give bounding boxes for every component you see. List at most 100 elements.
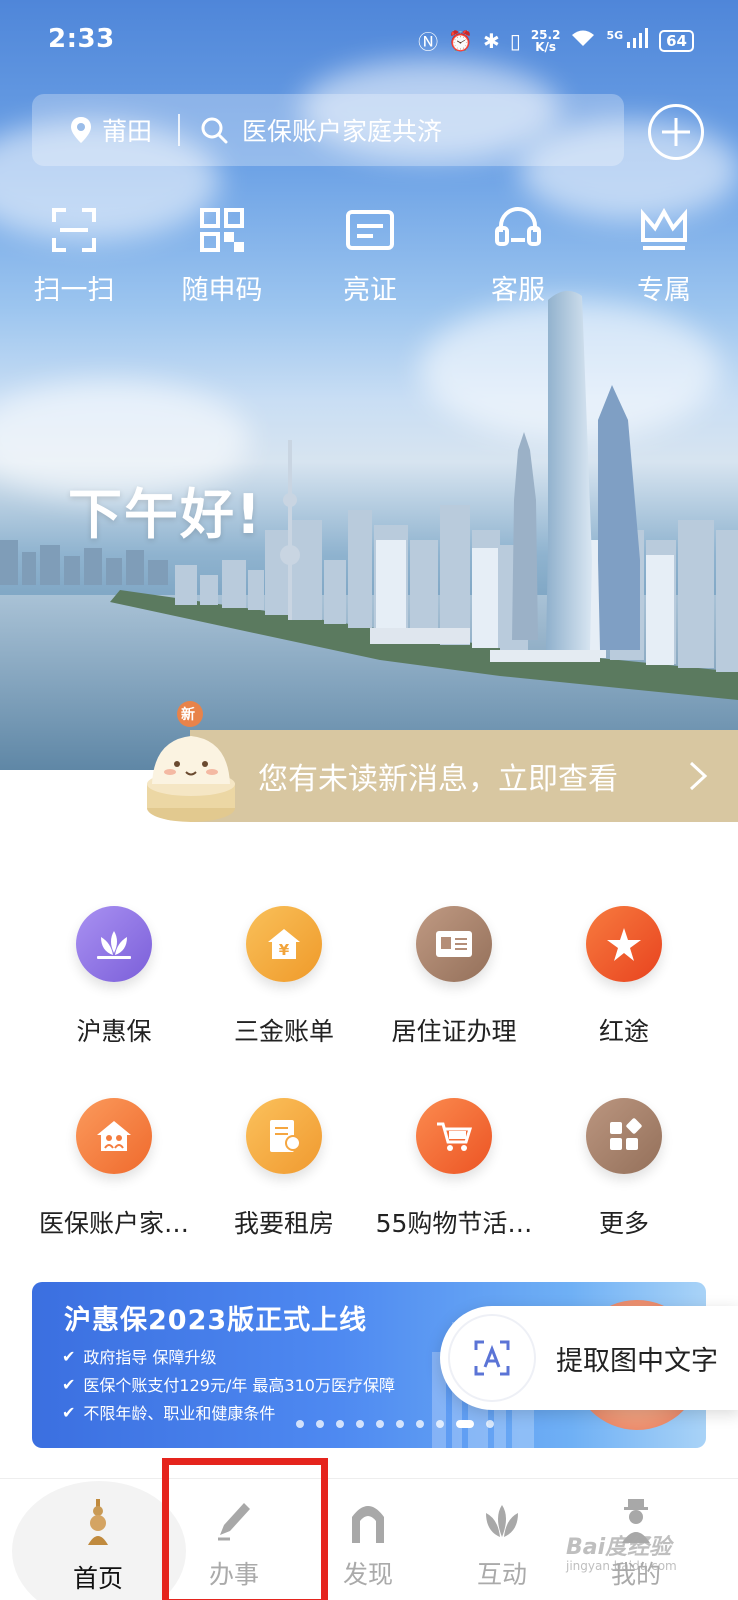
search-input[interactable]: 医保账户家庭共济 (242, 112, 442, 148)
service-hongtu[interactable]: 红途 (539, 906, 709, 1048)
carousel-dot-active (456, 1420, 474, 1428)
add-button[interactable] (648, 104, 704, 160)
service-label: 居住证办理 (391, 1017, 517, 1046)
banner-line: ✔ 不限年龄、职业和健康条件 (62, 1400, 275, 1424)
carousel-dot (396, 1420, 404, 1428)
greeting-text: 下午好! (68, 483, 263, 546)
watermark-text: Bai度经验 (566, 1535, 672, 1560)
bluetooth-icon: ✱ (483, 28, 500, 53)
banner-line-text: 政府指导 保障升级 (83, 1348, 217, 1367)
check-icon: ✔ (62, 1374, 76, 1394)
magnolia-icon (486, 1505, 518, 1537)
service-more[interactable]: 更多 (539, 1098, 709, 1240)
pagoda-icon (88, 1499, 108, 1545)
more-grid-icon (586, 1098, 662, 1174)
annotation-highlight-box (162, 1458, 328, 1600)
unread-message-banner[interactable]: 您有未读新消息，立即查看 (190, 730, 738, 822)
banner-line-text: 不限年龄、职业和健康条件 (83, 1404, 276, 1423)
service-label: 沪惠保 (76, 1017, 152, 1046)
carousel-dot (376, 1420, 384, 1428)
search-divider (178, 114, 181, 146)
quick-action-scan[interactable]: 扫一扫 (14, 206, 134, 307)
quick-action-qrcode[interactable]: 随申码 (162, 206, 282, 307)
headset-icon (495, 207, 541, 246)
service-label: 医保账户家… (38, 1209, 189, 1238)
status-bar: 2:33 Ⓝ ⏰ ✱ ▯ 25.2 K/s 5G 64 (0, 0, 738, 84)
check-icon: ✔ (62, 1402, 76, 1422)
rent-document-icon (246, 1098, 322, 1174)
family-house-icon (76, 1098, 152, 1174)
quick-action-label: 扫一扫 (33, 275, 115, 306)
carousel-dot (316, 1420, 324, 1428)
baidu-watermark: Bai度经验 jingyan.baidu.com (566, 1529, 677, 1573)
qrcode-icon (200, 208, 244, 252)
carousel-dot (356, 1420, 364, 1428)
search-bar[interactable]: 莆田 医保账户家庭共济 (32, 94, 624, 166)
quick-action-label: 专属 (637, 275, 691, 306)
speed-unit: K/s (535, 39, 557, 54)
check-icon: ✔ (62, 1346, 76, 1366)
nfc-icon: Ⓝ (418, 30, 439, 54)
extract-text-label: 提取图中文字 (556, 1345, 718, 1377)
banner-line-text: 医保个账支付129元/年 最高310万医疗保障 (83, 1376, 395, 1395)
service-label: 我要租房 (233, 1209, 334, 1238)
banner-title: 沪惠保2023版正式上线 (64, 1305, 368, 1336)
service-three-funds-bill[interactable]: ¥ 三金账单 (199, 906, 369, 1048)
network-type: 5G (606, 29, 624, 42)
id-card-icon (346, 210, 394, 250)
network-speed: 25.2 K/s (531, 29, 561, 53)
service-label: 三金账单 (233, 1017, 334, 1046)
tab-interact[interactable]: 互动 (442, 1499, 562, 1591)
status-time: 2:33 (48, 24, 115, 54)
carousel-indicator (296, 1420, 494, 1428)
location-pin-icon (71, 117, 91, 143)
chevron-right-icon (689, 761, 708, 791)
carousel-dot (296, 1420, 304, 1428)
arch-icon (352, 1506, 384, 1543)
tab-label: 互动 (476, 1560, 527, 1589)
quick-action-label: 随申码 (181, 275, 263, 306)
red-star-icon (586, 906, 662, 982)
extract-text-button[interactable]: 提取图中文字 (440, 1306, 738, 1410)
signal-icon (627, 28, 649, 53)
quick-action-label: 亮证 (343, 275, 397, 306)
quick-action-exclusive[interactable]: 专属 (604, 206, 724, 307)
quick-action-service[interactable]: 客服 (458, 206, 578, 307)
quick-actions: 扫一扫 随申码 亮证 客服 专属 (0, 206, 738, 316)
banner-line: ✔ 政府指导 保障升级 (62, 1344, 217, 1368)
hero-banner: 2:33 Ⓝ ⏰ ✱ ▯ 25.2 K/s 5G 64 莆田 医保账户家庭共济 … (0, 0, 738, 770)
svg-text:¥: ¥ (279, 941, 290, 959)
tab-label: 首页 (72, 1564, 123, 1593)
shopping-cart-icon (416, 1098, 492, 1174)
service-shopping-festival[interactable]: 55购物节活… (369, 1098, 539, 1240)
search-icon (201, 117, 228, 144)
banner-line: ✔ 医保个账支付129元/年 最高310万医疗保障 (62, 1372, 395, 1396)
service-label: 55购物节活… (375, 1209, 533, 1238)
service-family-medical-account[interactable]: 医保账户家… (29, 1098, 199, 1240)
tab-home[interactable]: 首页 (38, 1499, 158, 1595)
residence-card-icon (416, 906, 492, 982)
vibrate-icon: ▯ (509, 28, 521, 53)
alarm-icon: ⏰ (448, 28, 474, 53)
carousel-dot (416, 1420, 424, 1428)
carousel-dot (486, 1420, 494, 1428)
battery-icon: 64 (659, 29, 694, 52)
service-residence-permit[interactable]: 居住证办理 (369, 906, 539, 1048)
quick-action-show-id[interactable]: 亮证 (310, 206, 430, 307)
notification-text: 您有未读新消息，立即查看 (258, 762, 618, 797)
scan-icon (52, 208, 96, 252)
service-huhuibao[interactable]: 沪惠保 (29, 906, 199, 1048)
bottom-tab-bar: 首页 办事 发现 互动 我的 Bai度经验 jingyan.baidu.com (0, 1478, 738, 1600)
quick-action-label: 客服 (491, 275, 545, 306)
yuan-house-icon: ¥ (246, 906, 322, 982)
lotus-icon (76, 906, 152, 982)
wifi-icon (570, 28, 596, 53)
service-rent-house[interactable]: 我要租房 (199, 1098, 369, 1240)
carousel-dot (436, 1420, 444, 1428)
new-badge: 新 (181, 707, 195, 723)
city-selector[interactable]: 莆田 (70, 112, 152, 148)
service-label: 更多 (598, 1209, 649, 1238)
mascot-dumpling: 新 (144, 700, 238, 824)
carousel-dot (336, 1420, 344, 1428)
crown-icon (641, 207, 687, 250)
